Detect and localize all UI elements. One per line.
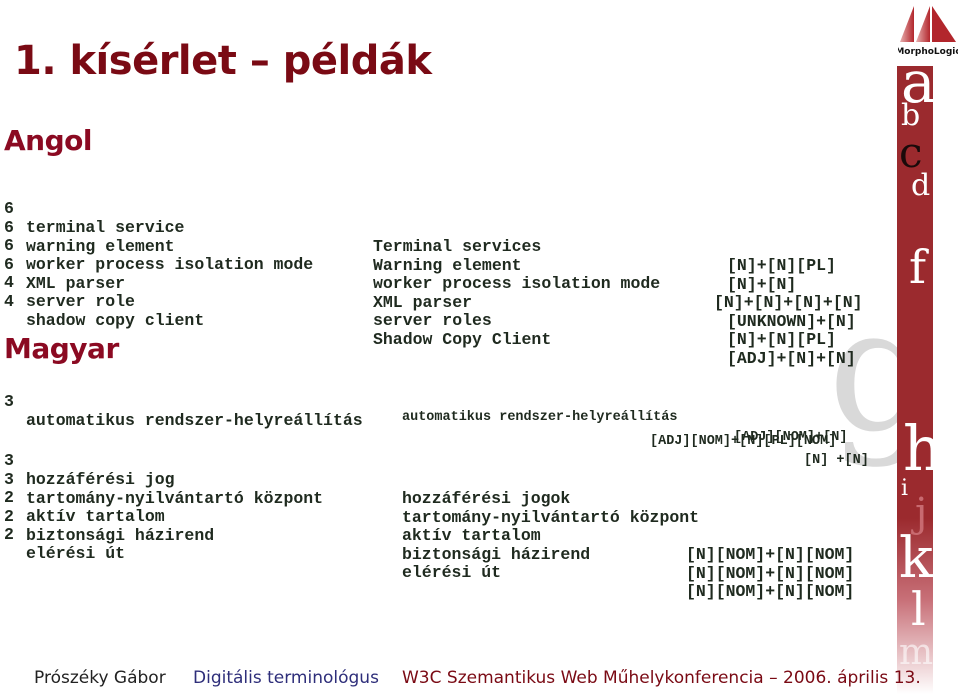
term-count: 4 <box>4 291 14 311</box>
matched-term: worker process isolation mode <box>373 274 661 293</box>
slide-title: 1. kísérlet – példák <box>14 38 432 84</box>
footer-author: Prószéky Gábor <box>34 668 166 688</box>
source-term: worker process isolation mode <box>26 255 314 274</box>
matched-term: elérési út <box>402 563 502 582</box>
sidebar-letter-f: f <box>909 240 927 294</box>
english-row: 4 shadow copy client Shadow Copy Client … <box>4 273 856 368</box>
source-term: automatikus rendszer-helyreállítás <box>26 411 363 430</box>
hungarian-row-continuation: automatikus rendszer-helyreállítás <box>4 395 677 425</box>
decorative-sidebar: a b c d f h i j k l m <box>897 48 943 694</box>
matched-term: tartomány-nyilvántartó központ <box>402 507 700 527</box>
sidebar-letter-d: d <box>911 168 931 203</box>
morph-tags: [N]+[N][PL] <box>727 256 836 275</box>
morph-tags: [N]+[N] <box>727 274 797 294</box>
matched-term: server roles <box>373 311 492 330</box>
source-term: biztonsági házirend <box>26 525 215 545</box>
sidebar-letter-l: l <box>911 582 926 636</box>
hungarian-row: 2 aktív tartalom aktív tartalom [N][NOM]… <box>4 469 854 564</box>
source-term: tartomány-nyilvántartó központ <box>26 488 324 508</box>
english-row: 6 terminal service Terminal services [N]… <box>4 180 836 275</box>
matched-term: hozzáférési jogok <box>402 489 571 508</box>
matched-term: Warning element <box>373 255 522 275</box>
morph-tags: [N][NOM]+[N][NOM] <box>686 582 855 601</box>
morph-tags: [N] +[N] <box>804 452 869 468</box>
source-term: warning element <box>26 236 175 256</box>
matched-term: automatikus rendszer-helyreállítás <box>402 410 678 425</box>
hungarian-row: 3 tartomány-nyilvántartó központ tartomá… <box>4 451 869 527</box>
matched-term: biztonsági házirend <box>402 544 591 564</box>
term-count: 2 <box>4 525 14 544</box>
hungarian-row: 2 elérési út elérési út [N][NOM]+[N][NOM… <box>4 506 854 601</box>
matched-term: Terminal services <box>373 237 542 256</box>
morph-tags: [N]+[N]+[N]+[N] <box>714 293 863 312</box>
english-row: 6 XML parser XML parser [UNKNOWN]+[N] <box>4 236 856 331</box>
morph-tags: [ADJ]+[N]+[N] <box>727 348 856 368</box>
morph-tags: [ADJ][NOM]+[N][PL][NOM] <box>650 434 837 449</box>
hungarian-row-tags: [ADJ][NOM]+[N] <box>4 415 847 445</box>
source-term: hozzáférési jog <box>26 470 175 489</box>
section-heading-hungarian: Magyar <box>4 332 119 365</box>
source-term: elérési út <box>26 544 126 563</box>
english-row: 6 worker process isolation mode worker p… <box>4 217 863 312</box>
morph-tags: [UNKNOWN]+[N] <box>727 311 856 331</box>
matched-term: Shadow Copy Client <box>373 329 552 349</box>
sidebar-letter-m: m <box>899 632 934 673</box>
hungarian-term-list: 3 automatikus rendszer-helyreállítás aut… <box>0 0 869 601</box>
hungarian-row: 2 biztonsági házirend biztonsági háziren… <box>4 488 854 583</box>
morph-tags: [N][NOM]+[N][NOM] <box>686 545 855 564</box>
morph-tags: [N][NOM]+[N][NOM] <box>686 563 855 583</box>
english-row: 6 warning element Warning element [N]+[N… <box>4 199 796 294</box>
morph-tags: [N]+[N][PL] <box>727 330 836 349</box>
source-term: terminal service <box>26 218 185 237</box>
hungarian-row: 3 hozzáférési jog hozzáférési jogok [ADJ… <box>4 432 836 508</box>
source-term: shadow copy client <box>26 310 205 330</box>
english-row: 4 server role server roles [N]+[N][PL] <box>4 254 836 349</box>
footer-event: W3C Szemantikus Web Műhelykonferencia – … <box>402 668 921 688</box>
sidebar-letter-i: i <box>901 476 909 501</box>
source-term: aktív tartalom <box>26 507 165 526</box>
sidebar-letter-h: h <box>903 412 943 485</box>
matched-term: XML parser <box>373 292 473 312</box>
matched-term: aktív tartalom <box>402 526 541 545</box>
hungarian-row: 3 automatikus rendszer-helyreállítás <box>4 373 363 430</box>
footer-talk-title: Digitális terminológus <box>193 668 379 688</box>
